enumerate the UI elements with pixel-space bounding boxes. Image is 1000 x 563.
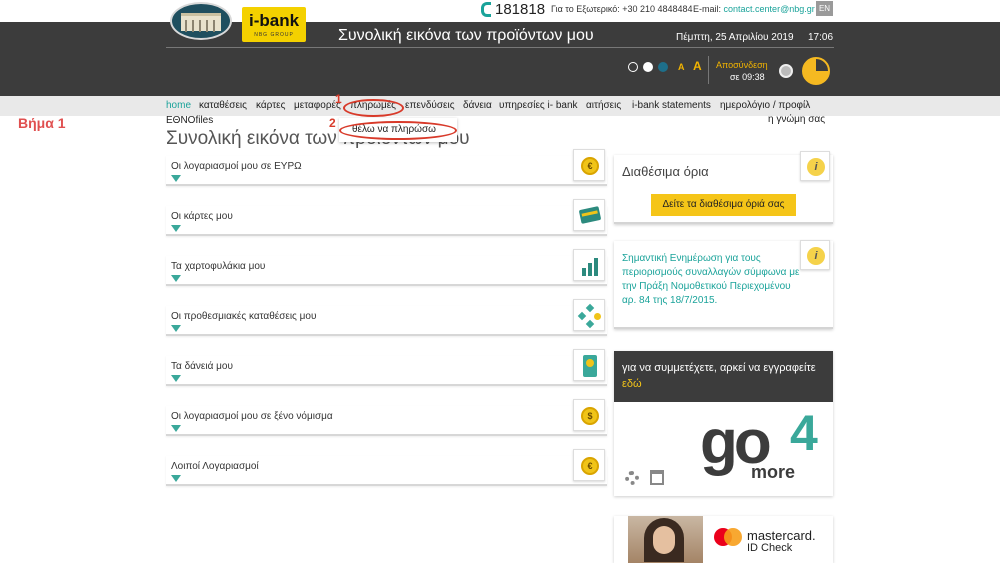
- timer-icon[interactable]: [779, 64, 793, 78]
- promo-text-body: για να συμμετέχετε, αρκεί να εγγραφείτε: [622, 362, 816, 374]
- annotation-number-2: 2: [329, 116, 336, 130]
- header-separator: [708, 56, 709, 84]
- account-row-label: Τα δάνειά μου: [171, 361, 233, 372]
- language-switch-button[interactable]: EN: [816, 1, 833, 16]
- session-pie-icon: [802, 57, 830, 85]
- nav-ethnofiles[interactable]: ΕΘΝΟfiles: [166, 115, 213, 126]
- nav-applications[interactable]: αιτήσεις: [586, 100, 621, 111]
- expand-triangle-icon[interactable]: [171, 225, 181, 232]
- feedback-link[interactable]: η γνώμη σας: [768, 114, 825, 125]
- account-row-label: Οι λογαριασμοί μου σε ξένο νόμισμα: [171, 411, 333, 422]
- go4more-logo-more: more: [751, 462, 796, 482]
- header-title: Συνολική εικόνα των προϊόντων μου: [338, 27, 594, 44]
- go4more-logo-4: 4: [790, 405, 818, 461]
- info-icon[interactable]: i: [800, 240, 830, 270]
- ibank-logo-subtext: NBG GROUP: [254, 32, 294, 38]
- card-icon: [573, 199, 605, 231]
- gear-icon[interactable]: [625, 471, 639, 485]
- email-contact: E-mail: contact.center@nbg.gr: [693, 4, 815, 14]
- account-row-term-deposits[interactable]: Οι προθεσμιακές καταθέσεις μου: [166, 306, 607, 336]
- expand-triangle-icon[interactable]: [171, 425, 181, 432]
- account-row-label: Λοιποί Λογαριασμοί: [171, 461, 259, 472]
- euro-coin-icon: €: [573, 149, 605, 181]
- mastercard-text: mastercard.: [747, 528, 816, 543]
- nav-loans[interactable]: δάνεια: [463, 100, 492, 111]
- account-row-other[interactable]: Λοιποί Λογαριασμοί: [166, 456, 607, 486]
- stage: i-bank NBG GROUP 181818 Για το Εξωτερικό…: [0, 0, 1000, 563]
- theme-dot-blue[interactable]: [658, 62, 668, 72]
- expand-triangle-icon[interactable]: [171, 325, 181, 332]
- phone-icon: [481, 2, 491, 17]
- mastercard-logo-orange: [724, 528, 742, 546]
- account-row-label: Οι λογαριασμοί μου σε ΕΥΡΩ: [171, 161, 302, 172]
- account-row-cards[interactable]: Οι κάρτες μου: [166, 206, 607, 236]
- expand-triangle-icon[interactable]: [171, 175, 181, 182]
- header-date: Πέμπτη, 25 Απριλίου 2019: [676, 32, 794, 43]
- theme-dot-white[interactable]: [643, 62, 653, 72]
- important-notice-link[interactable]: Σημαντική Ενημέρωση για τους περιορισμού…: [622, 252, 802, 308]
- nav-ibank-statements[interactable]: i-bank statements: [632, 100, 711, 111]
- account-row-portfolios[interactable]: Τα χαρτοφυλάκια μου: [166, 256, 607, 286]
- bank-building-icon: [181, 13, 221, 32]
- expand-triangle-icon[interactable]: [171, 375, 181, 382]
- annotation-circle-pay: [339, 121, 457, 140]
- account-row-foreign-currency[interactable]: Οι λογαριασμοί μου σε ξένο νόμισμα: [166, 406, 607, 436]
- nav-deposits[interactable]: καταθέσεις: [199, 100, 247, 111]
- nav-investments[interactable]: επενδύσεις: [405, 100, 455, 111]
- view-limits-button[interactable]: Δείτε τα διαθέσιμα όριά σας: [651, 194, 796, 216]
- info-icon[interactable]: i: [800, 151, 830, 181]
- email-label: E-mail:: [693, 4, 722, 14]
- font-size-large-button[interactable]: A: [693, 59, 702, 73]
- account-row-loans[interactable]: Τα δάνειά μου: [166, 356, 607, 386]
- account-row-label: Οι προθεσμιακές καταθέσεις μου: [171, 311, 317, 322]
- transfer-arrows-icon: [573, 299, 605, 331]
- portfolio-chart-icon: [573, 249, 605, 281]
- expand-triangle-icon[interactable]: [171, 275, 181, 282]
- ibank-logo-text: i-bank: [248, 11, 300, 30]
- logout-timer: σε 09:38: [730, 72, 765, 82]
- nav-calendar-profile[interactable]: ημερολόγιο / προφίλ: [720, 100, 810, 111]
- expand-triangle-icon[interactable]: [171, 475, 181, 482]
- ibank-logo[interactable]: i-bank NBG GROUP: [242, 7, 306, 42]
- font-size-small-button[interactable]: A: [678, 62, 685, 72]
- phone-number[interactable]: 181818: [495, 1, 545, 18]
- promo-register-link[interactable]: εδώ: [622, 378, 642, 390]
- nav-ibank-services[interactable]: υπηρεσίες i- bank: [499, 100, 578, 111]
- nav-transfers[interactable]: μεταφορές: [294, 100, 341, 111]
- id-check-text: ID Check: [747, 542, 793, 554]
- promo-text: για να συμμετέχετε, αρκεί να εγγραφείτε …: [622, 360, 830, 392]
- dollar-coin-icon: $: [573, 399, 605, 431]
- header-time: 17:06: [808, 32, 834, 43]
- loan-phone-icon: [573, 349, 605, 381]
- abroad-phone: Για το Εξωτερικό: +30 210 4848484: [551, 4, 693, 14]
- header-divider: [166, 47, 834, 48]
- account-row-label: Τα χαρτοφυλάκια μου: [171, 261, 266, 272]
- euro-coin-icon: €: [573, 449, 605, 481]
- woman-photo: [628, 516, 703, 563]
- limits-title: Διαθέσιμα όρια: [622, 164, 709, 179]
- nav-home[interactable]: home: [166, 100, 191, 111]
- nbg-logo[interactable]: [170, 2, 232, 40]
- email-link[interactable]: contact.center@nbg.gr: [724, 4, 815, 14]
- calendar-icon[interactable]: [650, 470, 664, 485]
- account-row-label: Οι κάρτες μου: [171, 211, 233, 222]
- account-row-euro[interactable]: Οι λογαριασμοί μου σε ΕΥΡΩ: [166, 156, 607, 186]
- logout-link[interactable]: Αποσύνδεση: [716, 60, 768, 70]
- annotation-number-1: 1: [335, 92, 342, 106]
- step-label: Βήμα 1: [18, 115, 66, 131]
- theme-dot-outline[interactable]: [628, 62, 638, 72]
- nav-cards[interactable]: κάρτες: [256, 100, 285, 111]
- annotation-circle-payments: [343, 99, 404, 117]
